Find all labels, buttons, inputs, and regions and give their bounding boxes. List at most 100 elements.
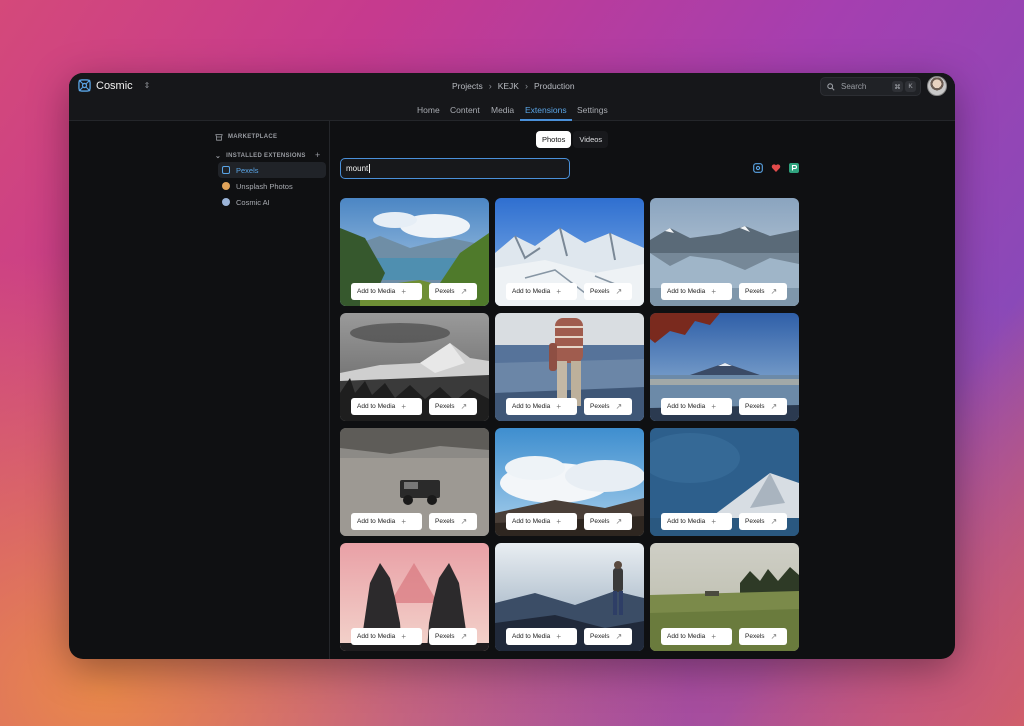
photo-card[interactable]: Add to Media + Pexels ↗ [650,198,799,306]
arrow-up-right-icon: ↗ [460,402,468,411]
heart-icon[interactable] [771,163,781,173]
add-to-media-button[interactable]: Add to Media + [351,513,422,530]
button-label: Add to Media [667,288,706,295]
photo-card[interactable]: Add to Media + Pexels ↗ [650,313,799,421]
open-pexels-button[interactable]: Pexels ↗ [739,513,787,530]
photo-card[interactable]: Add to Media + Pexels ↗ [495,428,644,536]
arrow-up-right-icon: ↗ [460,517,468,526]
photo-card[interactable]: Add to Media + Pexels ↗ [650,543,799,651]
cosmic-logo-icon [78,79,91,92]
photo-card[interactable]: Add to Media + Pexels ↗ [495,313,644,421]
breadcrumb-project[interactable]: KEJK [498,81,519,91]
cosmic-logo-icon[interactable] [753,163,763,173]
plus-icon: + [556,287,561,296]
marketplace-link[interactable]: MARKETPLACE [215,133,277,141]
arrow-up-right-icon: ↗ [615,517,623,526]
kbd-k: K [905,81,916,92]
plus-icon: + [401,517,406,526]
add-to-media-button[interactable]: Add to Media + [661,513,732,530]
plus-icon: + [556,517,561,526]
sidebar-item-pexels[interactable]: Pexels [218,162,326,178]
open-pexels-button[interactable]: Pexels ↗ [739,283,787,300]
plus-icon: + [556,402,561,411]
button-label: Add to Media [357,633,396,640]
add-to-media-button[interactable]: Add to Media + [661,398,732,415]
photo-card[interactable]: Add to Media + Pexels ↗ [340,543,489,651]
add-to-media-button[interactable]: Add to Media + [506,513,577,530]
add-to-media-button[interactable]: Add to Media + [351,628,422,645]
photo-search-input[interactable]: mount [340,158,570,179]
add-to-media-button[interactable]: Add to Media + [506,283,577,300]
breadcrumb: Projects › KEJK › Production [452,81,575,91]
sidebar-item-unsplash[interactable]: Unsplash Photos [218,178,326,194]
button-label: Pexels [745,403,765,410]
open-pexels-button[interactable]: Pexels ↗ [739,628,787,645]
cosmic-ai-icon [222,198,230,206]
add-to-media-button[interactable]: Add to Media + [506,398,577,415]
tab-settings[interactable]: Settings [577,105,608,121]
photo-grid: Add to Media + Pexels ↗ Add to Media + Pexe… [340,198,799,651]
media-type-toggle: Photos Videos [536,131,609,150]
tab-content[interactable]: Content [450,105,480,121]
tab-media[interactable]: Media [491,105,514,121]
installed-extensions-header[interactable]: ⌄ INSTALLED EXTENSIONS [215,152,306,160]
sidebar-item-cosmic-ai[interactable]: Cosmic AI [218,194,326,210]
button-label: Pexels [590,288,610,295]
add-to-media-button[interactable]: Add to Media + [506,628,577,645]
global-search[interactable]: Search ⌘ K [820,77,921,96]
breadcrumb-environment[interactable]: Production [534,81,575,91]
arrow-up-right-icon: ↗ [770,402,778,411]
text-caret [369,164,371,173]
arrow-up-right-icon: ↗ [770,517,778,526]
add-to-media-button[interactable]: Add to Media + [351,283,422,300]
open-pexels-button[interactable]: Pexels ↗ [429,628,477,645]
open-pexels-button[interactable]: Pexels ↗ [584,283,632,300]
kbd-command: ⌘ [892,81,903,92]
arrow-up-right-icon: ↗ [770,632,778,641]
breadcrumb-projects[interactable]: Projects [452,81,483,91]
open-pexels-button[interactable]: Pexels ↗ [429,398,477,415]
photo-card[interactable]: Add to Media + Pexels ↗ [340,313,489,421]
search-placeholder: Search [841,82,867,91]
chevron-down-icon: ⌄ [215,153,222,160]
tab-extensions[interactable]: Extensions [520,105,572,121]
arrow-up-right-icon: ↗ [460,287,468,296]
open-pexels-button[interactable]: Pexels ↗ [429,283,477,300]
button-label: Pexels [590,403,610,410]
photo-card[interactable]: Add to Media + Pexels ↗ [340,198,489,306]
plus-icon: + [711,287,716,296]
tab-home[interactable]: Home [417,105,440,121]
photo-card[interactable]: Add to Media + Pexels ↗ [495,543,644,651]
add-extension-icon[interactable]: + [315,150,320,160]
avatar[interactable] [927,76,947,96]
open-pexels-button[interactable]: Pexels ↗ [584,513,632,530]
add-to-media-button[interactable]: Add to Media + [351,398,422,415]
button-label: Add to Media [512,518,551,525]
app-window: Cosmic ⇕ Projects › KEJK › Production Se… [69,73,955,659]
workspace-switcher[interactable]: Cosmic ⇕ [78,79,150,92]
photo-card[interactable]: Add to Media + Pexels ↗ [495,198,644,306]
top-bar: Cosmic ⇕ Projects › KEJK › Production Se… [69,73,955,100]
open-pexels-button[interactable]: Pexels ↗ [739,398,787,415]
open-pexels-button[interactable]: Pexels ↗ [584,398,632,415]
plus-icon: + [401,402,406,411]
marketplace-label: MARKETPLACE [228,134,278,140]
button-label: Pexels [435,518,455,525]
add-to-media-button[interactable]: Add to Media + [661,628,732,645]
plus-icon: + [711,402,716,411]
arrow-up-right-icon: ↗ [615,402,623,411]
open-pexels-button[interactable]: Pexels ↗ [429,513,477,530]
arrow-up-right-icon: ↗ [460,632,468,641]
button-label: Pexels [590,518,610,525]
photo-card[interactable]: Add to Media + Pexels ↗ [650,428,799,536]
open-pexels-button[interactable]: Pexels ↗ [584,628,632,645]
button-label: Add to Media [667,403,706,410]
photo-card[interactable]: Add to Media + Pexels ↗ [340,428,489,536]
button-label: Pexels [435,403,455,410]
button-label: Add to Media [357,288,396,295]
button-label: Add to Media [357,518,396,525]
pexels-logo-icon[interactable] [789,163,799,173]
add-to-media-button[interactable]: Add to Media + [661,283,732,300]
videos-toggle[interactable]: Videos [573,131,609,148]
photos-toggle[interactable]: Photos [536,131,572,148]
